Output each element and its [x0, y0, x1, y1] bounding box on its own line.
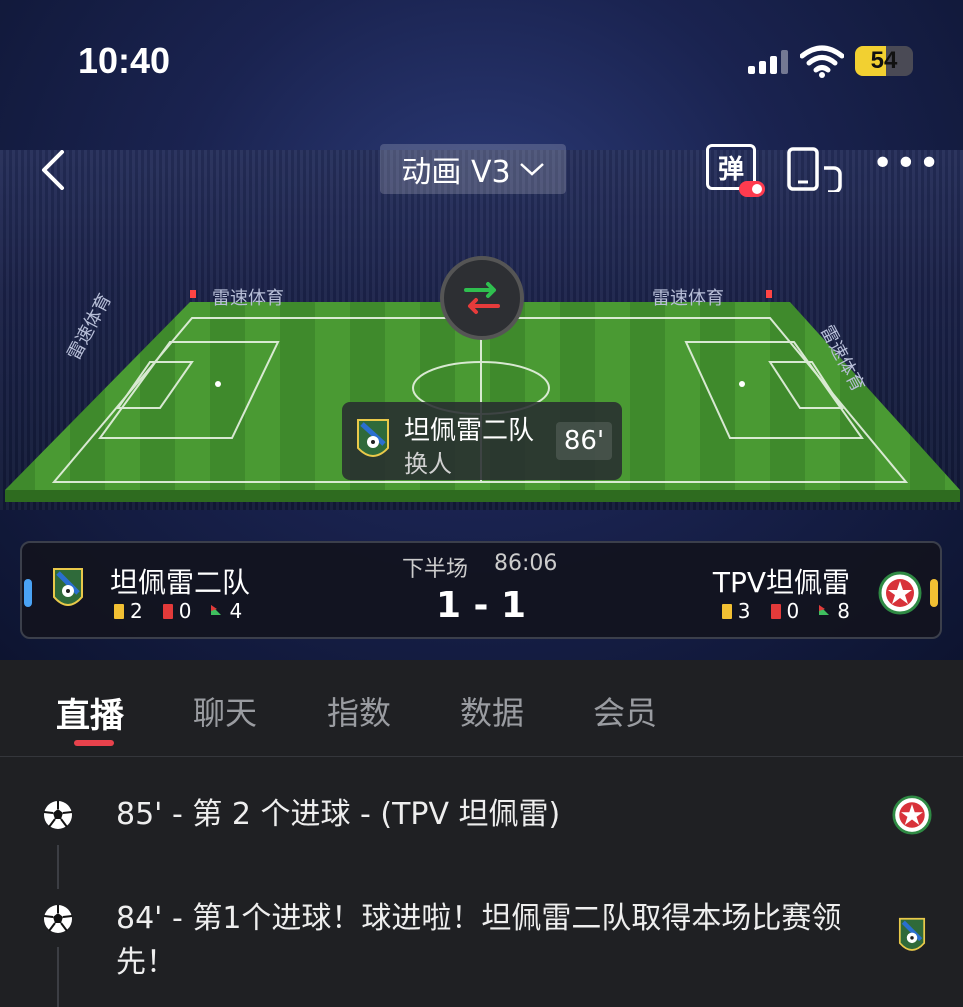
- back-icon[interactable]: [40, 150, 66, 190]
- event-card: 坦佩雷二队 换人 86': [342, 402, 622, 480]
- match-period: 下半场: [402, 557, 469, 582]
- away-corner-count: 8: [837, 599, 850, 623]
- animation-mode-label: 动画 V3: [401, 155, 511, 190]
- tab-chat[interactable]: 聊天: [193, 688, 257, 734]
- away-yellow-count: 3: [737, 599, 751, 623]
- status-bar: 10:40 54: [0, 0, 963, 110]
- more-options-icon[interactable]: •••: [872, 146, 942, 182]
- away-stats: 3 0 8: [721, 599, 850, 623]
- feed-text: 84' - 第1个进球！球进啦！坦佩雷二队取得本场比赛领先！: [116, 901, 842, 980]
- home-team-crest-icon: [898, 917, 926, 951]
- corner-flag-icon: [819, 605, 830, 615]
- event-minute: 86': [556, 422, 612, 460]
- danmu-toggle-button[interactable]: 弹: [706, 144, 765, 197]
- soccer-ball-icon: [43, 801, 73, 829]
- status-time: 10:40: [78, 40, 171, 81]
- tab-member[interactable]: 会员: [593, 688, 657, 734]
- scoreboard: 坦佩雷二队 2 0 4 下半场 86:06 1 - 1 TPV坦佩雷 3 0 8: [20, 541, 942, 639]
- toggle-off-icon: [739, 181, 765, 197]
- away-red-count: 0: [786, 599, 800, 623]
- animation-mode-selector[interactable]: 动画 V3: [380, 144, 566, 194]
- timeline-line: [57, 845, 59, 889]
- danmu-label: 弹: [717, 154, 744, 185]
- screen-rotate-icon[interactable]: [786, 146, 844, 192]
- tab-odds[interactable]: 指数: [327, 688, 391, 734]
- battery-indicator: 54: [855, 46, 913, 76]
- soccer-ball-icon: [43, 905, 73, 933]
- feed-text: 85' - 第 2 个进球 - (TPV 坦佩雷): [116, 797, 561, 832]
- tab-live[interactable]: 直播: [56, 688, 124, 737]
- active-tab-indicator: [74, 740, 114, 746]
- tab-data[interactable]: 数据: [460, 688, 524, 734]
- content-tabs: 直播 聊天 指数 数据 会员: [0, 660, 963, 757]
- red-card-icon: [770, 603, 781, 619]
- ad-banner-top-right: 雷速体育: [652, 288, 724, 309]
- yellow-card-icon: [721, 603, 732, 619]
- battery-level: 54: [870, 47, 898, 74]
- match-clock: 86:06: [494, 551, 558, 576]
- away-team-name: TPV坦佩雷: [712, 566, 850, 599]
- wifi-icon: [800, 45, 844, 78]
- away-team-crest-icon: [878, 571, 922, 615]
- ad-banner-top-left: 雷速体育: [212, 288, 284, 309]
- home-team-crest-icon: [357, 419, 389, 457]
- timeline-line: [57, 947, 59, 1007]
- away-team-crest-icon: [892, 795, 932, 835]
- away-color-indicator: [930, 579, 938, 607]
- cellular-signal-icon: [748, 50, 788, 74]
- top-nav: 动画 V3 弹 •••: [0, 140, 963, 200]
- event-type: 换人: [404, 450, 452, 478]
- substitution-icon: [440, 256, 524, 340]
- chevron-down-icon: [519, 163, 544, 176]
- event-team-name: 坦佩雷二队: [404, 416, 535, 446]
